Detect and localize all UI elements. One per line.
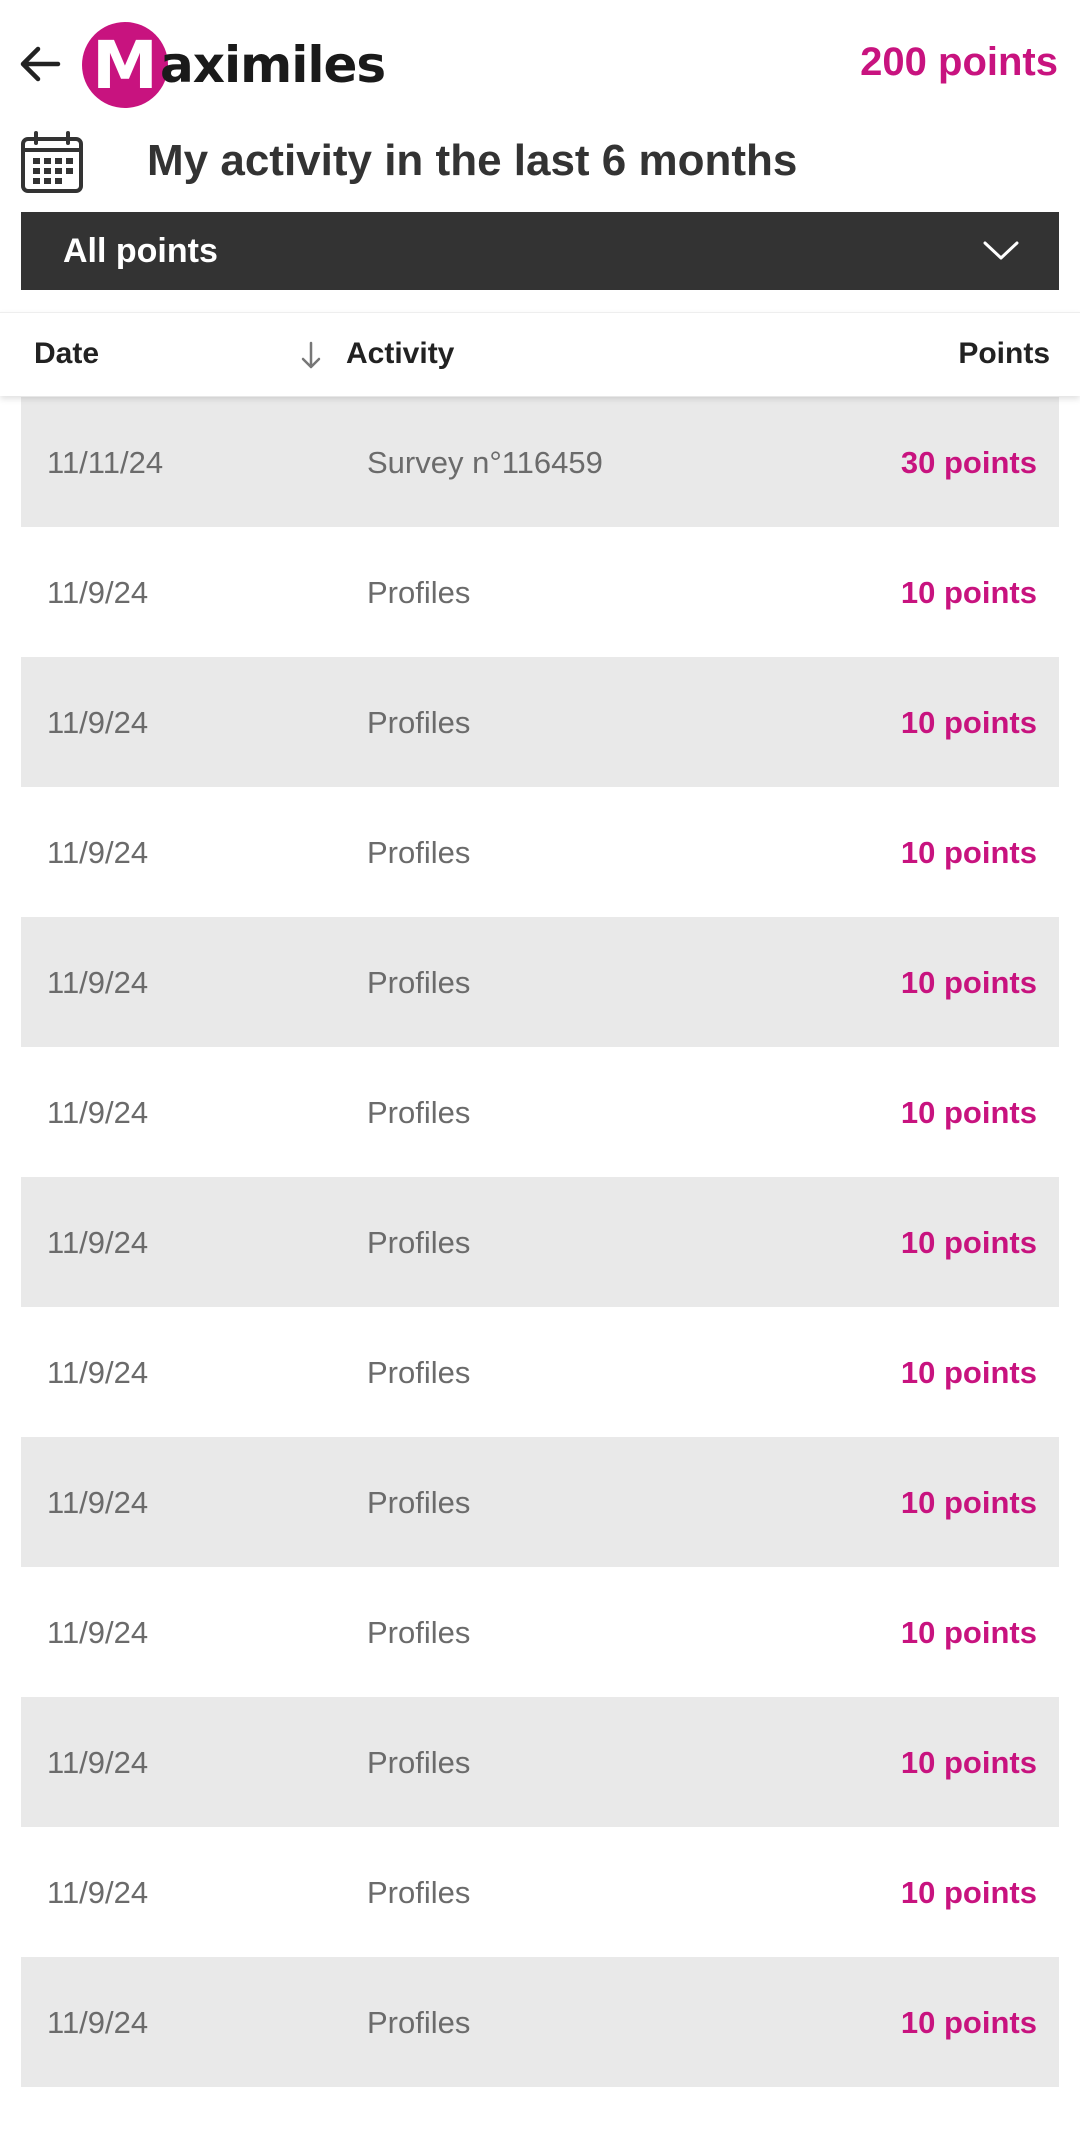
cell-points: 10 points — [900, 1355, 1037, 1390]
table-row: 11/11/24 Survey n°116459 30 points — [21, 397, 1059, 527]
table-row: 11/9/24 Profiles 10 points — [21, 1047, 1059, 1177]
cell-date: 11/9/24 — [47, 1875, 149, 1910]
cell-date: 11/9/24 — [47, 575, 149, 610]
table-row: 11/9/24 Profiles 10 points — [21, 787, 1059, 917]
calendar-icon — [21, 131, 83, 193]
activity-list: 11/11/24 Survey n°116459 30 points 11/9/24 P… — [21, 397, 1059, 2087]
cell-points: 10 points — [900, 575, 1037, 610]
activity-page: M aximiles 200 points My activity in the… — [0, 0, 1080, 2134]
cell-points: 10 points — [900, 2005, 1037, 2040]
table-header: Date Activity Points — [0, 312, 1080, 396]
cell-date: 11/9/24 — [47, 1485, 149, 1520]
maximiles-logo: M aximiles — [82, 20, 386, 110]
cell-points: 10 points — [900, 965, 1037, 1000]
table-row: 11/9/24 Profiles 10 points — [21, 1177, 1059, 1307]
chevron-down-icon — [983, 241, 1019, 260]
cell-date: 11/9/24 — [47, 1615, 149, 1650]
table-row: 11/9/24 Profiles 10 points — [21, 1567, 1059, 1697]
cell-points: 10 points — [900, 705, 1037, 740]
cell-date: 11/9/24 — [47, 965, 149, 1000]
cell-activity: Profiles — [367, 1745, 471, 1780]
cell-date: 11/9/24 — [47, 1355, 149, 1390]
back-button[interactable] — [14, 38, 66, 90]
total-points: 200 points — [860, 40, 1058, 84]
back-arrow-icon — [20, 46, 61, 82]
cell-activity: Profiles — [367, 1615, 471, 1650]
table-row: 11/9/24 Profiles 10 points — [21, 1827, 1059, 1957]
cell-points: 10 points — [900, 1615, 1037, 1650]
cell-activity: Profiles — [367, 1095, 471, 1130]
table-row: 11/9/24 Profiles 10 points — [21, 1437, 1059, 1567]
app-header: M aximiles 200 points — [0, 0, 1080, 128]
cell-activity: Profiles — [367, 965, 471, 1000]
cell-date: 11/9/24 — [47, 1095, 149, 1130]
cell-activity: Profiles — [367, 835, 471, 870]
logo-circle: M — [82, 22, 168, 108]
page-title: My activity in the last 6 months — [147, 136, 798, 185]
table-row: 11/9/24 Profiles 10 points — [21, 1307, 1059, 1437]
cell-date: 11/9/24 — [47, 1745, 149, 1780]
cell-activity: Survey n°116459 — [367, 445, 603, 480]
column-header-points[interactable]: Points — [958, 337, 1050, 371]
cell-points: 10 points — [900, 1225, 1037, 1260]
cell-activity: Profiles — [367, 575, 471, 610]
table-row: 11/9/24 Profiles 10 points — [21, 1957, 1059, 2087]
cell-activity: Profiles — [367, 1485, 471, 1520]
cell-date: 11/11/24 — [47, 445, 164, 480]
column-header-activity[interactable]: Activity — [346, 337, 454, 371]
cell-points: 10 points — [900, 1095, 1037, 1130]
cell-points: 10 points — [900, 1745, 1037, 1780]
sort-arrow-down-icon[interactable] — [298, 339, 324, 373]
table-row: 11/9/24 Profiles 10 points — [21, 527, 1059, 657]
cell-date: 11/9/24 — [47, 835, 149, 870]
logo-wordmark: aximiles — [160, 36, 386, 94]
cell-date: 11/9/24 — [47, 1225, 149, 1260]
title-row: My activity in the last 6 months — [0, 126, 1080, 200]
cell-date: 11/9/24 — [47, 2005, 149, 2040]
cell-date: 11/9/24 — [47, 705, 149, 740]
table-row: 11/9/24 Profiles 10 points — [21, 917, 1059, 1047]
filter-selected-value: All points — [63, 231, 218, 270]
cell-activity: Profiles — [367, 1225, 471, 1260]
cell-points: 10 points — [900, 1485, 1037, 1520]
cell-points: 10 points — [900, 1875, 1037, 1910]
cell-activity: Profiles — [367, 1355, 471, 1390]
column-header-date[interactable]: Date — [34, 337, 99, 371]
points-filter-dropdown[interactable]: All points — [21, 212, 1059, 290]
table-row: 11/9/24 Profiles 10 points — [21, 657, 1059, 787]
table-row: 11/9/24 Profiles 10 points — [21, 1697, 1059, 1827]
cell-activity: Profiles — [367, 2005, 471, 2040]
cell-activity: Profiles — [367, 705, 471, 740]
cell-activity: Profiles — [367, 1875, 471, 1910]
cell-points: 30 points — [900, 445, 1037, 480]
cell-points: 10 points — [900, 835, 1037, 870]
